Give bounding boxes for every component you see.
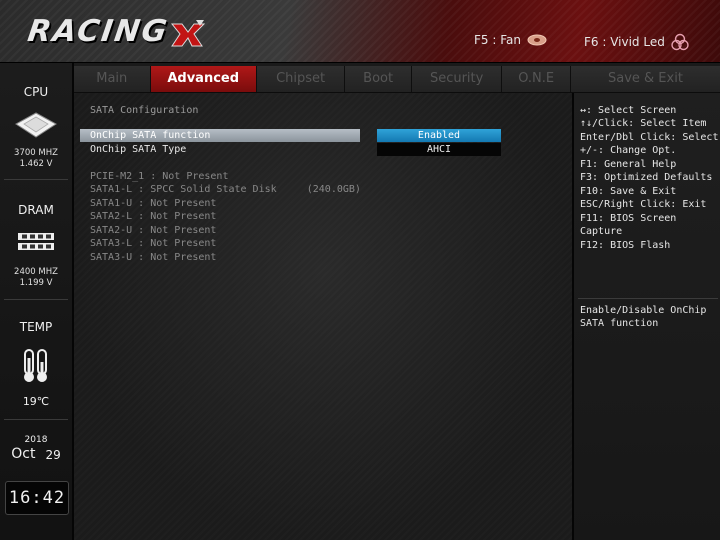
- onchip-sata-type-label[interactable]: OnChip SATA Type: [90, 144, 186, 155]
- sidebar-divider: [4, 179, 68, 180]
- dram-label: DRAM: [18, 203, 54, 217]
- help-key-line: F1: General Help: [580, 159, 677, 170]
- onchip-sata-type-value[interactable]: AHCI: [377, 143, 501, 156]
- port-status-line: PCIE-M2_1 : Not Present: [90, 171, 229, 182]
- vivid-led-hotkey[interactable]: F6 : Vivid Led: [584, 33, 689, 51]
- led-icon: [671, 33, 689, 51]
- tab-save-exit[interactable]: Save & Exit: [570, 66, 720, 92]
- sidebar-divider: [4, 299, 68, 300]
- help-key-line: F12: BIOS Flash: [580, 240, 671, 251]
- temp-value: 19℃: [22, 395, 50, 408]
- dram-frequency: 2400 MHZ: [14, 267, 58, 277]
- help-key-line: Capture: [580, 226, 623, 237]
- help-panel: ↔: Select Screen ↑↓/Click: Select Item E…: [574, 93, 720, 540]
- help-key-line: +/-: Change Opt.: [580, 145, 677, 156]
- port-status-line: SATA1-L : SPCC Solid State Disk (240.0GB…: [90, 184, 361, 195]
- help-key-line: F10: Save & Exit: [580, 186, 677, 197]
- section-title: SATA Configuration: [90, 105, 199, 116]
- help-key-line: F11: BIOS Screen: [580, 213, 677, 224]
- thermometer-icon: [24, 349, 47, 382]
- onchip-sata-function-value[interactable]: Enabled: [377, 129, 501, 142]
- bios-header: RACING F5 : Fan F6 : Vivid Led: [0, 0, 720, 63]
- port-status-line: SATA1-U : Not Present: [90, 198, 217, 209]
- tab-security[interactable]: Security: [411, 66, 503, 92]
- tab-advanced[interactable]: Advanced: [150, 66, 257, 92]
- date-display: Oct 29: [0, 446, 72, 464]
- port-status-line: SATA3-U : Not Present: [90, 252, 217, 263]
- temp-icon-wrap: [0, 348, 72, 384]
- dram-voltage: 1.199 V: [19, 278, 53, 288]
- time-clock: 16:42: [5, 481, 69, 515]
- help-divider: [578, 298, 718, 299]
- cpu-icon-wrap: [0, 111, 72, 139]
- fan-hotkey-label: F5 : Fan: [474, 33, 521, 47]
- status-sidebar: CPU 3700 MHZ 1.462 V DRAM 2400 MHZ 1.199…: [0, 63, 74, 540]
- help-description-line: Enable/Disable OnChip: [580, 305, 707, 316]
- settings-panel: SATA Configuration OnChip SATA function …: [74, 93, 574, 540]
- port-status-line: SATA2-U : Not Present: [90, 225, 217, 236]
- help-key-line: ESC/Right Click: Exit: [580, 199, 707, 210]
- sidebar-divider: [4, 419, 68, 420]
- cpu-voltage: 1.462 V: [19, 159, 53, 169]
- cpu-chip-icon: [15, 112, 57, 138]
- tab-one[interactable]: O.N.E: [502, 66, 571, 92]
- date-day: 29: [45, 448, 61, 462]
- cpu-frequency: 3700 MHZ: [14, 148, 58, 158]
- onchip-sata-function-label[interactable]: OnChip SATA function: [90, 130, 210, 141]
- memory-module-icon: [18, 233, 54, 250]
- fan-hotkey[interactable]: F5 : Fan: [474, 33, 547, 47]
- temp-label: TEMP: [19, 320, 53, 334]
- port-status-line: SATA3-L : Not Present: [90, 238, 217, 249]
- help-key-line: Enter/Dbl Click: Select: [580, 132, 719, 143]
- racing-logo: RACING: [25, 14, 171, 49]
- port-status-line: SATA2-L : Not Present: [90, 211, 217, 222]
- cpu-label: CPU: [23, 85, 49, 99]
- racing-x-logo-icon: [170, 20, 206, 47]
- tab-main[interactable]: Main: [74, 66, 151, 92]
- menu-tabs: Main Advanced Chipset Boot Security O.N.…: [74, 66, 720, 93]
- date-month: Oct: [11, 446, 36, 462]
- help-key-line: ↔: Select Screen: [580, 105, 677, 116]
- help-description-line: SATA function: [580, 318, 659, 329]
- dram-icon-wrap: [0, 231, 72, 253]
- tab-boot[interactable]: Boot: [345, 66, 412, 92]
- help-key-line: F3: Optimized Defaults: [580, 172, 713, 183]
- tab-chipset[interactable]: Chipset: [256, 66, 346, 92]
- vivid-led-hotkey-label: F6 : Vivid Led: [584, 35, 665, 49]
- fan-icon: [527, 34, 547, 46]
- date-year: 2018: [24, 435, 48, 445]
- help-key-line: ↑↓/Click: Select Item: [580, 118, 707, 129]
